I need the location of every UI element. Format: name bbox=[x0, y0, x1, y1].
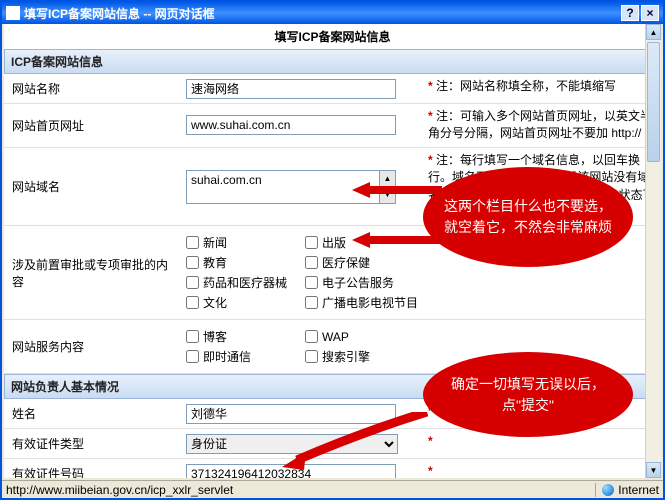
scroll-up-icon[interactable]: ▲ bbox=[646, 24, 661, 40]
cb-wap[interactable]: WAP bbox=[305, 328, 418, 345]
label-site-url: 网站首页网址 bbox=[4, 104, 182, 147]
title-bar: 填写ICP备案网站信息 -- 网页对话框 ? × bbox=[2, 2, 663, 24]
label-service-content: 网站服务内容 bbox=[4, 320, 182, 373]
arrow-icon-1 bbox=[352, 180, 442, 200]
scroll-down-icon[interactable]: ▼ bbox=[646, 462, 661, 478]
globe-icon bbox=[602, 484, 614, 496]
arrow-icon-2 bbox=[352, 230, 442, 250]
cb-blog[interactable]: 博客 bbox=[186, 328, 299, 345]
close-button[interactable]: × bbox=[641, 5, 659, 21]
label-principal-name: 姓名 bbox=[4, 399, 182, 428]
scroll-thumb[interactable] bbox=[647, 42, 660, 162]
page-heading: 填写ICP备案网站信息 bbox=[4, 24, 661, 49]
note-site-name: * 注：网站名称填全称，不能填缩写 bbox=[422, 74, 661, 103]
section-icp-info: ICP备案网站信息 bbox=[4, 49, 661, 74]
note-site-url: * 注：可输入多个网站首页网址，以英文半角分号分隔，网站首页网址不要加 http… bbox=[422, 104, 661, 147]
label-pre-approval: 涉及前置审批或专项审批的内容 bbox=[4, 226, 182, 319]
cb-bbs[interactable]: 电子公告服务 bbox=[305, 274, 418, 291]
annotation-callout-1: 这两个栏目什么也不要选，就空着它，不然会非常麻烦 bbox=[423, 167, 633, 267]
input-site-url[interactable] bbox=[186, 115, 396, 135]
vertical-scrollbar[interactable]: ▲ ▼ bbox=[645, 24, 661, 478]
annotation-callout-2: 确定一切填写无误以后，点"提交" bbox=[423, 352, 633, 437]
cb-edu[interactable]: 教育 bbox=[186, 254, 299, 271]
app-icon bbox=[6, 6, 20, 20]
label-site-domain: 网站域名 bbox=[4, 148, 182, 226]
cb-im[interactable]: 即时通信 bbox=[186, 348, 299, 365]
window-title: 填写ICP备案网站信息 -- 网页对话框 bbox=[24, 5, 619, 22]
label-site-name: 网站名称 bbox=[4, 74, 182, 103]
cb-drug[interactable]: 药品和医疗器械 bbox=[186, 274, 299, 291]
label-id-number: 有效证件号码 bbox=[4, 459, 182, 478]
status-url: http://www.miibeian.gov.cn/icp_xxlr_serv… bbox=[6, 483, 589, 497]
cb-film[interactable]: 广播电影电视节目 bbox=[305, 294, 418, 311]
status-bar: http://www.miibeian.gov.cn/icp_xxlr_serv… bbox=[2, 480, 663, 498]
help-button[interactable]: ? bbox=[621, 5, 639, 21]
arrow-icon-3 bbox=[282, 412, 432, 472]
label-id-type: 有效证件类型 bbox=[4, 429, 182, 458]
cb-news[interactable]: 新闻 bbox=[186, 234, 299, 251]
input-site-name[interactable] bbox=[186, 79, 396, 99]
cb-culture[interactable]: 文化 bbox=[186, 294, 299, 311]
cb-health[interactable]: 医疗保健 bbox=[305, 254, 418, 271]
status-zone: Internet bbox=[618, 483, 659, 497]
cb-search[interactable]: 搜索引擎 bbox=[305, 348, 418, 365]
